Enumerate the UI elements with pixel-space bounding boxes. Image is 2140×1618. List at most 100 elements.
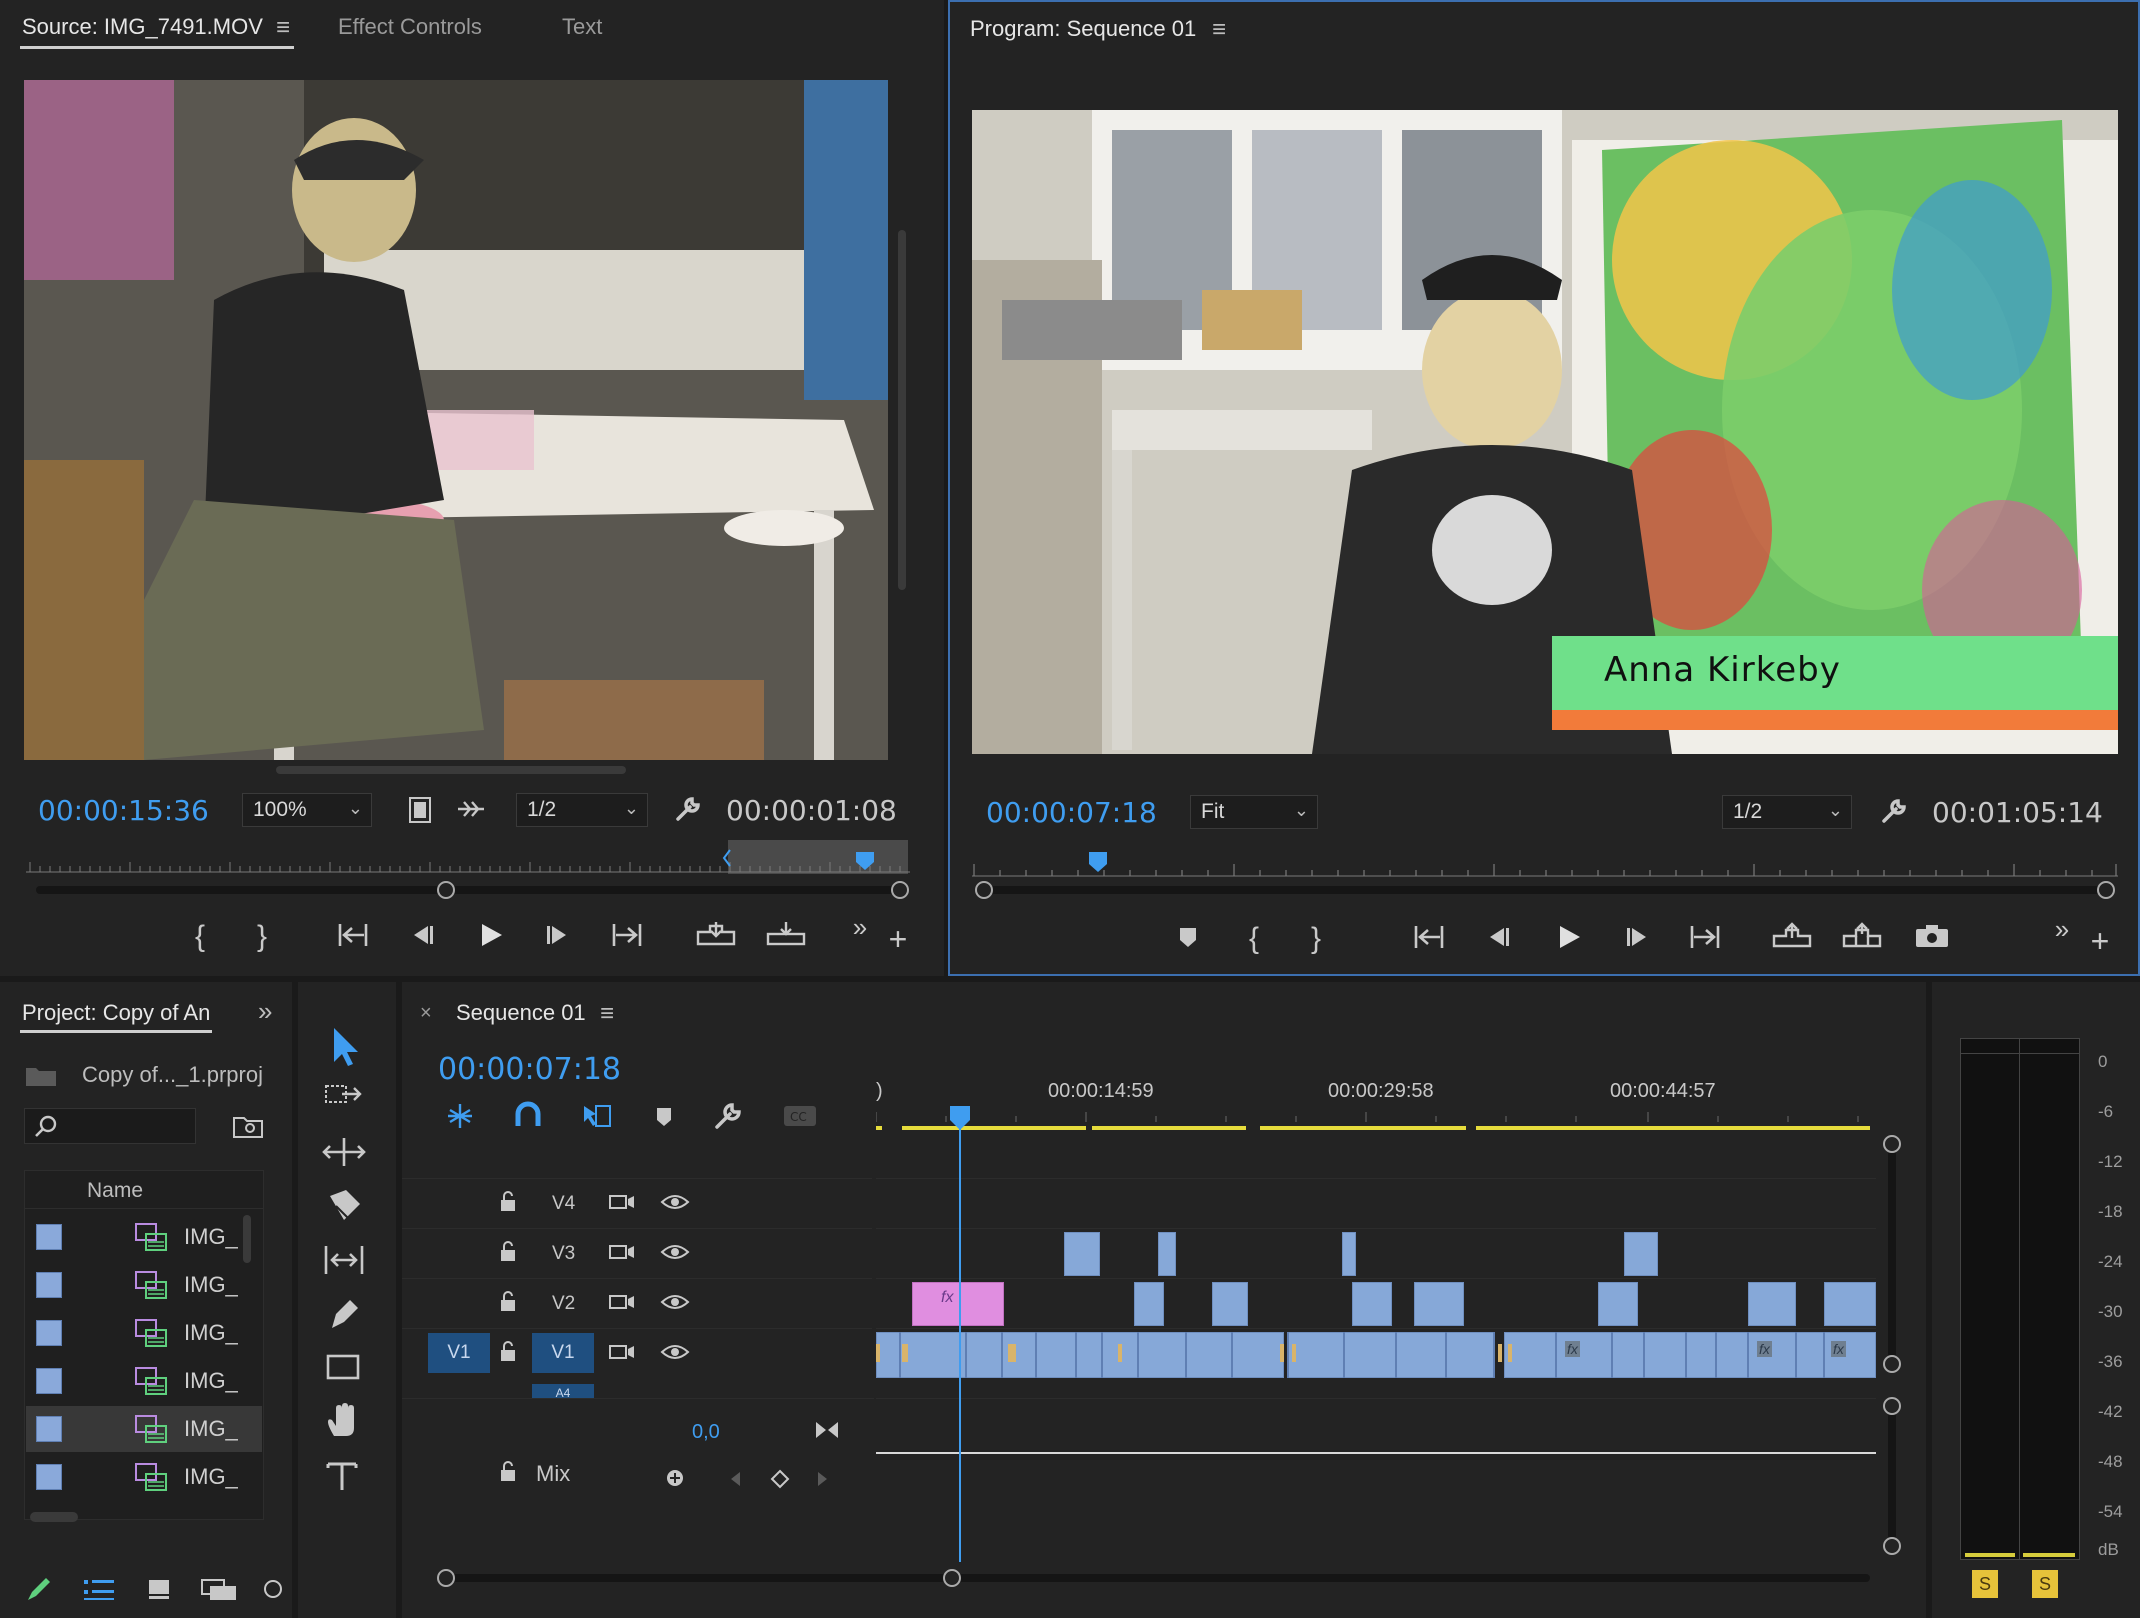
track-select-tool-icon[interactable] (320, 1078, 370, 1118)
mark-in-button[interactable]: { (1232, 924, 1276, 954)
clip-v2[interactable] (1414, 1282, 1464, 1326)
list-view-icon[interactable] (82, 1576, 116, 1602)
go-to-in-button[interactable] (330, 920, 374, 950)
vertical-zoom-scroll-audio[interactable] (1882, 1396, 1902, 1556)
tab-sequence[interactable]: Sequence 01 (456, 1000, 586, 1026)
solo-left-button[interactable]: S (1972, 1570, 1998, 1598)
program-zoom-dropdown[interactable]: Fit ⌄ (1190, 795, 1318, 829)
pen-tool-icon[interactable] (320, 1294, 370, 1334)
mix-volume-line[interactable] (876, 1452, 1876, 1454)
track-header-v2[interactable]: V2 (402, 1278, 872, 1326)
pencil-icon[interactable] (24, 1574, 54, 1604)
icon-view-icon[interactable] (146, 1576, 172, 1602)
timeline-ruler[interactable]: ) 00:00:14:59 00:00:29:58 00:00:44:57 (876, 1072, 1908, 1122)
eye-icon[interactable] (660, 1241, 690, 1263)
rectangle-tool-icon[interactable] (320, 1348, 370, 1388)
program-video-frame[interactable]: Anna Kirkeby (972, 110, 2118, 754)
drag-video-audio-icon[interactable] (456, 798, 486, 820)
find-icon[interactable] (232, 1112, 264, 1140)
solo-right-button[interactable]: S (2032, 1570, 2058, 1598)
source-video-frame[interactable] (24, 80, 888, 760)
clip-v2[interactable] (1352, 1282, 1392, 1326)
tab-effect-controls[interactable]: Effect Controls (338, 14, 482, 40)
program-resolution-dropdown[interactable]: 1/2 ⌄ (1722, 795, 1852, 829)
wrench-icon[interactable] (674, 795, 702, 823)
list-item[interactable]: IMG_ (26, 1310, 262, 1356)
eye-icon[interactable] (660, 1291, 690, 1313)
panel-menu-icon[interactable]: ≡ (276, 14, 290, 42)
go-to-end-icon[interactable] (814, 1419, 840, 1441)
close-icon[interactable]: × (420, 1002, 432, 1025)
playhead-line[interactable] (959, 1128, 961, 1562)
tab-program[interactable]: Program: Sequence 01 (970, 16, 1196, 42)
clip-v2[interactable] (1212, 1282, 1248, 1326)
tab-text[interactable]: Text (562, 14, 602, 40)
play-button[interactable] (468, 920, 512, 950)
list-item[interactable]: IMG_ (26, 1454, 262, 1500)
lift-button[interactable] (1770, 920, 1814, 952)
play-button[interactable] (1546, 922, 1590, 952)
go-to-out-button[interactable] (606, 920, 650, 950)
clip-v3[interactable] (1342, 1232, 1356, 1276)
wrench-icon[interactable] (1880, 797, 1908, 825)
go-to-in-button[interactable] (1406, 922, 1450, 952)
linked-selection-icon[interactable] (578, 1100, 614, 1132)
source-patch-v1[interactable]: V1 (428, 1333, 490, 1373)
vertical-zoom-scroll-video[interactable] (1882, 1134, 1902, 1374)
timeline-zoom-scroll[interactable] (430, 1568, 1880, 1588)
lower-third-bar[interactable]: Anna Kirkeby (1552, 636, 2118, 710)
extract-button[interactable] (1840, 920, 1884, 952)
track-header-v3[interactable]: V3 (402, 1228, 872, 1276)
previous-keyframe-icon[interactable] (726, 1469, 746, 1489)
lock-icon[interactable] (498, 1189, 518, 1213)
track-header-a4[interactable]: A4 (402, 1384, 872, 1398)
mix-track-header[interactable]: 0,0 Mix (402, 1398, 874, 1518)
lock-icon[interactable] (498, 1459, 518, 1483)
clip-v3[interactable] (1064, 1232, 1100, 1276)
hand-tool-icon[interactable] (320, 1402, 370, 1442)
program-zoom-scroll[interactable] (972, 880, 2122, 900)
tab-project[interactable]: Project: Copy of An (22, 1000, 210, 1026)
eye-icon[interactable] (660, 1191, 690, 1213)
project-horizontal-scrollbar[interactable] (30, 1512, 78, 1522)
track-header-v4[interactable]: V4 (402, 1178, 872, 1226)
source-zoom-dropdown[interactable]: 100% ⌄ (242, 793, 372, 827)
add-marker-icon[interactable] (646, 1102, 682, 1132)
add-keyframe-options-icon[interactable] (664, 1467, 690, 1491)
expand-panels-icon[interactable]: » (258, 996, 272, 1027)
lock-icon[interactable] (498, 1339, 518, 1363)
step-forward-button[interactable] (536, 920, 580, 950)
go-to-out-button[interactable] (1684, 922, 1728, 952)
track-header-v1[interactable]: V1 V1 (402, 1328, 872, 1376)
add-button[interactable]: + (876, 923, 920, 955)
source-horizontal-scrollbar[interactable] (276, 766, 626, 774)
add-keyframe-icon[interactable] (770, 1469, 790, 1489)
sync-lock-icon[interactable] (608, 1291, 636, 1313)
clip-v2[interactable] (1824, 1282, 1876, 1326)
source-scrollbar[interactable] (898, 230, 906, 590)
wrench-icon[interactable] (712, 1100, 744, 1132)
insert-button[interactable] (694, 918, 738, 950)
clip-v2[interactable] (1598, 1282, 1638, 1326)
next-keyframe-icon[interactable] (812, 1469, 832, 1489)
list-item-selected[interactable]: IMG_ (26, 1406, 262, 1452)
clip-v3[interactable] (1624, 1232, 1658, 1276)
slip-tool-icon[interactable] (320, 1240, 370, 1280)
source-resolution-dropdown[interactable]: 1/2 ⌄ (516, 793, 648, 827)
ripple-edit-tool-icon[interactable] (320, 1132, 370, 1172)
mix-value[interactable]: 0,0 (692, 1421, 720, 1444)
sync-lock-icon[interactable] (608, 1191, 636, 1213)
film-settings-icon[interactable] (408, 797, 432, 823)
sync-lock-icon[interactable] (608, 1241, 636, 1263)
captions-icon[interactable]: CC (782, 1102, 818, 1130)
clip-v3[interactable] (1158, 1232, 1176, 1276)
freeform-view-icon[interactable] (200, 1576, 240, 1602)
list-item[interactable]: IMG_ (26, 1214, 262, 1260)
step-back-button[interactable] (1476, 922, 1520, 952)
clip-v2[interactable] (1748, 1282, 1796, 1326)
source-time-ruler[interactable] (26, 840, 910, 876)
name-column-header[interactable]: Name (25, 1171, 263, 1209)
step-back-button[interactable] (400, 920, 444, 950)
type-tool-icon[interactable] (320, 1456, 370, 1496)
timeline-current-timecode[interactable]: 00:00:07:18 (438, 1052, 621, 1087)
